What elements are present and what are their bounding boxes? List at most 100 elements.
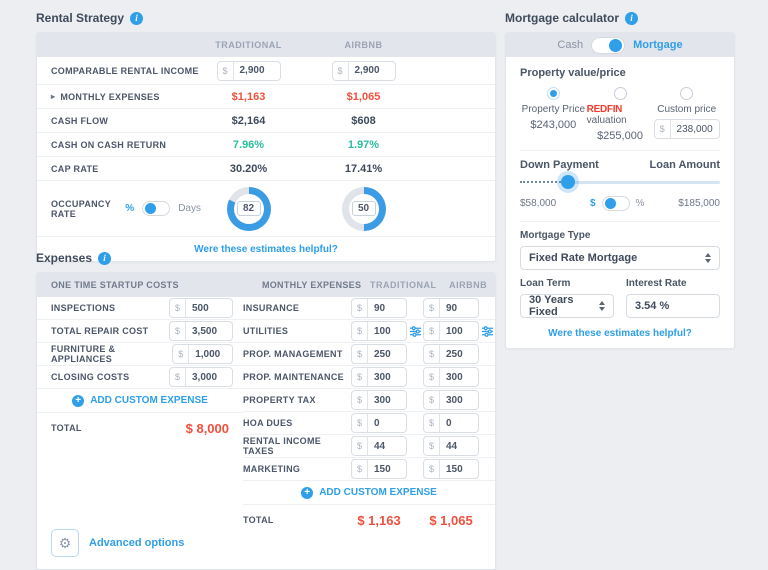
dollar-prefix: $ [333, 62, 349, 80]
info-icon[interactable]: i [130, 12, 143, 25]
rental-income-taxes-input-traditional[interactable]: $ 44 [351, 436, 407, 456]
property-tax-input-airbnb[interactable]: $ 300 [423, 390, 479, 410]
prop-management-input-airbnb[interactable]: $ 250 [423, 344, 479, 364]
insurance-input-traditional[interactable]: $ 90 [351, 298, 407, 318]
redfin-logo: REDFIN [587, 104, 622, 115]
expenses-header: ONE TIME STARTUP COSTS MONTHLY EXPENSES … [37, 273, 495, 297]
cash-flow-traditional: $2,164 [201, 115, 296, 127]
down-payment-slider[interactable] [520, 175, 720, 189]
custom-price-radio[interactable] [680, 87, 693, 100]
loan-term-select[interactable]: 30 Years Fixed [520, 294, 614, 318]
advanced-options-link[interactable]: Advanced options [89, 537, 184, 549]
info-icon[interactable]: i [98, 252, 111, 265]
plus-icon: + [301, 487, 313, 499]
one-time-header: ONE TIME STARTUP COSTS [37, 280, 262, 290]
select-arrows-icon [599, 301, 605, 311]
property-price-radio[interactable] [547, 87, 560, 100]
prop-maintenance-input-airbnb[interactable]: $ 300 [423, 367, 479, 387]
advanced-options-button[interactable]: ⚙ [51, 529, 79, 557]
expense-row-property-tax: PROPERTY TAX $ 300 $ 300 [243, 389, 495, 412]
cash-option[interactable]: Cash [557, 39, 583, 51]
cash-on-cash-airbnb: 1.97% [316, 139, 411, 151]
rental-strategy-panel: TRADITIONAL AIRBNB COMPARABLE RENTAL INC… [36, 32, 496, 262]
expense-row-repair-cost: TOTAL REPAIR COST $ 3,500 [37, 320, 243, 343]
cash-mortgage-toggle[interactable] [591, 37, 625, 54]
marketing-input-airbnb[interactable]: $ 150 [423, 459, 479, 479]
redfin-valuation-value: $255,000 [597, 130, 643, 142]
cap-rate-label: CAP RATE [51, 164, 201, 174]
furniture-input[interactable]: $ 1,000 [172, 344, 233, 364]
property-tax-input-traditional[interactable]: $ 300 [351, 390, 407, 410]
rental-income-taxes-input-airbnb[interactable]: $ 44 [423, 436, 479, 456]
unit-dollar[interactable]: $ [590, 198, 596, 209]
mortgage-helpful-row: Were these estimates helpful? [506, 318, 734, 348]
dollar-prefix: $ [170, 299, 186, 317]
expense-row-rental-income-taxes: RENTAL INCOME TAXES $ 44 $ 44 [243, 435, 495, 458]
row-cap-rate: CAP RATE 30.20% 17.41% [37, 157, 495, 181]
redfin-valuation-radio[interactable] [614, 87, 627, 100]
cash-on-cash-traditional: 7.96% [201, 139, 296, 151]
redfin-valuation-option: REDFIN valuation $255,000 [587, 87, 654, 142]
rental-strategy-title: Rental Strategy i [36, 8, 496, 28]
closing-costs-input[interactable]: $ 3,000 [169, 367, 233, 387]
custom-price-input[interactable]: $ 238,000 [654, 119, 720, 139]
cash-on-cash-label: CASH ON CASH RETURN [51, 140, 201, 150]
dollar-prefix: $ [170, 368, 186, 386]
insurance-input-airbnb[interactable]: $ 90 [423, 298, 479, 318]
expense-row-closing-costs: CLOSING COSTS $ 3,000 [37, 366, 243, 389]
monthly-expenses-expander[interactable]: ▸ MONTHLY EXPENSES [51, 92, 201, 102]
repair-cost-input[interactable]: $ 3,500 [169, 321, 233, 341]
loan-amount-label: Loan Amount [650, 159, 720, 171]
mortgage-mode-row: Cash Mortgage [506, 33, 734, 57]
utilities-sliders-icon-airbnb[interactable] [479, 326, 495, 337]
dollar-percent-toggle[interactable] [602, 196, 630, 211]
down-payment-label: Down Payment [520, 159, 599, 171]
gear-icon: ⚙ [59, 535, 72, 552]
property-price-value: $243,000 [530, 119, 576, 131]
hoa-dues-input-traditional[interactable]: $ 0 [351, 413, 407, 433]
row-cash-on-cash: CASH ON CASH RETURN 7.96% 1.97% [37, 133, 495, 157]
one-time-total-value: $ 8,000 [186, 421, 229, 436]
row-comparable-rental-income: COMPARABLE RENTAL INCOME $ 2,900 $ 2,900 [37, 57, 495, 85]
mortgage-helpful-link[interactable]: Were these estimates helpful? [548, 328, 692, 339]
one-time-add-custom-expense[interactable]: + ADD CUSTOM EXPENSE [37, 389, 243, 413]
income-input-traditional[interactable]: $ 2,900 [217, 61, 281, 81]
dollar-prefix: $ [173, 345, 189, 363]
mortgage-type-select[interactable]: Fixed Rate Mortgage [520, 246, 720, 270]
expense-row-furniture: FURNITURE & APPLIANCES $ 1,000 [37, 343, 243, 366]
row-occupancy-rate: OCCUPANCY RATE % Days 82 50 [37, 181, 495, 237]
interest-rate-input[interactable]: 3.54 % [626, 294, 720, 318]
one-time-costs-column: INSPECTIONS $ 500 TOTAL REPAIR COST $ 3,… [37, 297, 243, 569]
one-time-total-row: TOTAL $ 8,000 [37, 413, 243, 443]
expenses-section: Expenses i ONE TIME STARTUP COSTS MONTHL… [36, 248, 496, 570]
expense-row-inspections: INSPECTIONS $ 500 [37, 297, 243, 320]
occupancy-donut-traditional: 82 [227, 187, 271, 231]
monthly-total-row: TOTAL $ 1,163 $ 1,065 [243, 505, 495, 535]
inspections-input[interactable]: $ 500 [169, 298, 233, 318]
rental-strategy-title-text: Rental Strategy [36, 11, 124, 25]
occupancy-input-airbnb[interactable]: 50 [352, 201, 376, 216]
occupancy-donut-airbnb: 50 [342, 187, 386, 231]
rental-strategy-section: Rental Strategy i TRADITIONAL AIRBNB COM… [36, 8, 496, 262]
marketing-input-traditional[interactable]: $ 150 [351, 459, 407, 479]
dollar-prefix: $ [170, 322, 186, 340]
income-input-airbnb[interactable]: $ 2,900 [332, 61, 396, 81]
down-payment-amount: $58,000 [520, 198, 556, 209]
hoa-dues-input-airbnb[interactable]: $ 0 [423, 413, 479, 433]
custom-price-option: Custom price $ 238,000 [653, 87, 720, 142]
mortgage-option[interactable]: Mortgage [633, 39, 683, 51]
occupancy-input-traditional[interactable]: 82 [237, 201, 261, 216]
occupancy-unit-percent[interactable]: % [125, 203, 134, 214]
utilities-input-traditional[interactable]: $ 100 [351, 321, 407, 341]
monthly-add-custom-expense[interactable]: + ADD CUSTOM EXPENSE [243, 481, 495, 505]
occupancy-unit-days[interactable]: Days [178, 203, 201, 214]
occupancy-unit-toggle[interactable] [142, 201, 170, 216]
utilities-sliders-icon-traditional[interactable] [407, 326, 423, 337]
prop-maintenance-input-traditional[interactable]: $ 300 [351, 367, 407, 387]
info-icon[interactable]: i [625, 12, 638, 25]
unit-percent[interactable]: % [636, 198, 645, 209]
mortgage-panel: Cash Mortgage Property value/price Prope… [505, 32, 735, 349]
prop-management-input-traditional[interactable]: $ 250 [351, 344, 407, 364]
utilities-input-airbnb[interactable]: $ 100 [423, 321, 479, 341]
slider-knob[interactable] [561, 175, 575, 189]
